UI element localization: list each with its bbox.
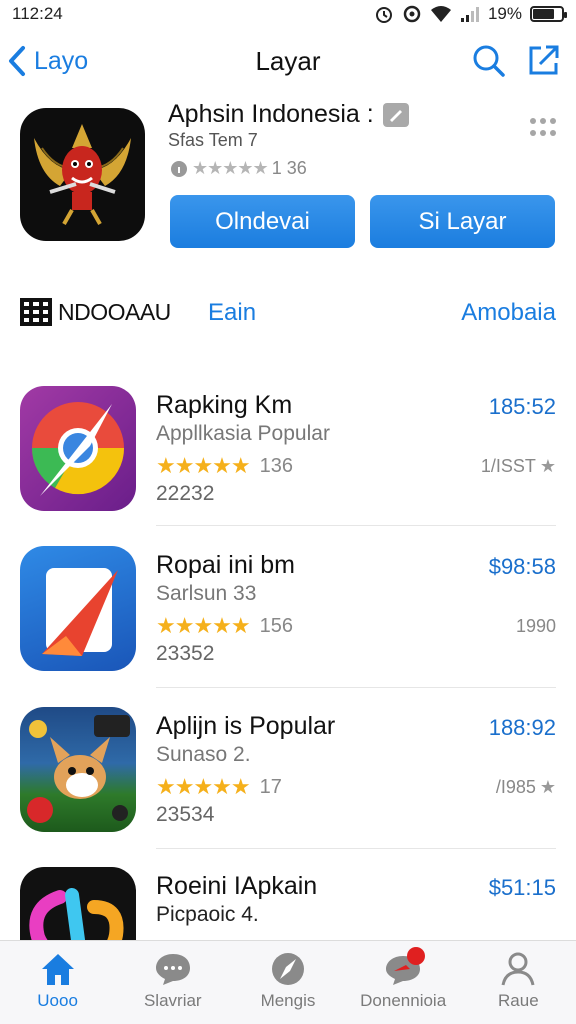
tab-home[interactable]: Uooo <box>0 941 115 1024</box>
app-subtitle: Sarlsun 33 <box>156 582 257 605</box>
search-icon[interactable] <box>472 44 506 78</box>
grid-logo-icon <box>20 298 52 326</box>
app-subtitle: Picpaoic 4. <box>156 903 259 926</box>
app-title: Roeini IApkain <box>156 872 318 900</box>
more-options-icon[interactable] <box>528 112 558 142</box>
chrome-like-icon <box>20 386 136 511</box>
list-item[interactable]: Ropai ini bm Sarlsun 33 ★★★★★ 156 23352 … <box>0 546 576 706</box>
chat-icon <box>153 949 193 989</box>
section-title: NDOOAAU <box>58 299 171 325</box>
app-title: Rapking Km <box>156 391 293 419</box>
meta-value: 1/ISST <box>480 456 536 476</box>
app-number: 22232 <box>156 482 215 505</box>
sync-icon <box>403 5 421 23</box>
tab-profile[interactable]: Raue <box>461 941 576 1024</box>
meta-value: 1990 <box>515 616 556 636</box>
rating-count: 136 <box>259 454 293 477</box>
rating-stars: ★★★★★ <box>156 774 251 799</box>
hero-app-title: Aphsin Indonesia : <box>168 100 374 128</box>
tab-label: Mengis <box>260 991 316 1010</box>
compass-icon <box>268 949 308 989</box>
meta-value: /I985 <box>495 777 536 797</box>
hero-app-subtitle: Sfas Tem 7 <box>168 130 258 150</box>
hero-rating: ★★★★★ 1 36 <box>170 158 307 179</box>
app-subtitle: Appllkasia Popular <box>156 422 330 445</box>
message-icon <box>383 947 426 989</box>
hero-stars: ★★★★★ <box>192 158 269 178</box>
app-price[interactable]: $51:15 <box>489 875 556 901</box>
battery-percent: 19% <box>487 4 522 23</box>
app-price[interactable]: 188:92 <box>489 715 556 741</box>
fox-game-icon <box>20 707 136 832</box>
home-icon <box>38 949 78 989</box>
section-link-right[interactable]: Amobaia <box>461 299 556 327</box>
tab-label: Raue <box>498 991 539 1010</box>
app-rating: ★★★★★ 136 <box>156 453 293 479</box>
star-icon: ★ <box>539 456 556 476</box>
app-rating: ★★★★★ 17 <box>156 774 282 800</box>
rating-count: 156 <box>259 614 293 637</box>
tab-label: Slavriar <box>143 991 202 1010</box>
tab-messages[interactable]: Donennioia <box>346 941 461 1024</box>
app-rating: ★★★★★ 156 <box>156 613 293 639</box>
compose-icon[interactable] <box>526 42 562 78</box>
tab-label: Uooo <box>37 991 78 1010</box>
app-meta: 1990 <box>516 616 556 637</box>
hero-rating-count: 1 36 <box>271 158 307 178</box>
red-paper-icon <box>20 546 136 671</box>
divider <box>156 687 556 688</box>
list-item[interactable]: Rapking Km Appllkasia Popular ★★★★★ 136 … <box>0 386 576 546</box>
back-label: Layo <box>34 46 89 75</box>
notification-badge <box>407 947 426 965</box>
list-item[interactable]: Aplijn is Popular Sunaso 2. ★★★★★ 17 235… <box>0 707 576 867</box>
rating-stars: ★★★★★ <box>156 613 251 638</box>
divider <box>156 525 556 526</box>
secondary-action-button[interactable]: Si Layar <box>370 195 555 248</box>
battery-level <box>533 9 554 19</box>
hero-app-icon[interactable] <box>20 108 145 241</box>
star-icon: ★ <box>539 777 556 797</box>
divider <box>156 848 556 849</box>
wifi-icon <box>430 6 451 22</box>
app-meta: 1/ISST ★ <box>481 456 556 477</box>
section-link-left[interactable]: Eain <box>208 299 256 327</box>
section-header: NDOOAAU Eain Amobaia <box>0 290 576 336</box>
nav-bar: Layo Layar <box>0 36 576 86</box>
person-icon <box>498 949 538 989</box>
garuda-emblem-icon <box>34 124 131 225</box>
list-item[interactable]: Roeini IApkain Picpaoic 4. $51:15 <box>0 867 576 940</box>
info-icon <box>171 160 187 177</box>
primary-action-button[interactable]: Olndevai <box>170 195 355 248</box>
back-button[interactable]: Layo <box>6 44 88 78</box>
alarm-icon <box>375 7 392 23</box>
rating-count: 17 <box>259 775 282 798</box>
status-icons: 19% <box>374 4 567 24</box>
app-meta: /I985 ★ <box>496 777 556 798</box>
tab-explore[interactable]: Mengis <box>230 941 345 1024</box>
tab-bar: Uooo Slavriar Mengis Donennioia Raue <box>0 940 576 1024</box>
app-subtitle: Sunaso 2. <box>156 743 251 766</box>
app-price[interactable]: 185:52 <box>489 394 556 420</box>
chevron-left-icon <box>9 46 25 76</box>
app-number: 23534 <box>156 803 215 826</box>
tab-chat[interactable]: Slavriar <box>115 941 230 1024</box>
edit-badge-icon <box>383 103 409 127</box>
status-bar: 112:24 19% <box>0 0 576 28</box>
tab-label: Donennioia <box>360 991 447 1010</box>
app-title: Ropai ini bm <box>156 551 295 579</box>
signal-icon <box>460 7 479 22</box>
status-time: 112:24 <box>12 4 63 23</box>
rating-stars: ★★★★★ <box>156 453 251 478</box>
app-price[interactable]: $98:58 <box>489 554 556 580</box>
colorful-letters-icon <box>20 867 136 940</box>
app-title: Aplijn is Popular <box>156 712 336 740</box>
battery-icon <box>530 6 567 22</box>
app-number: 23352 <box>156 642 215 665</box>
